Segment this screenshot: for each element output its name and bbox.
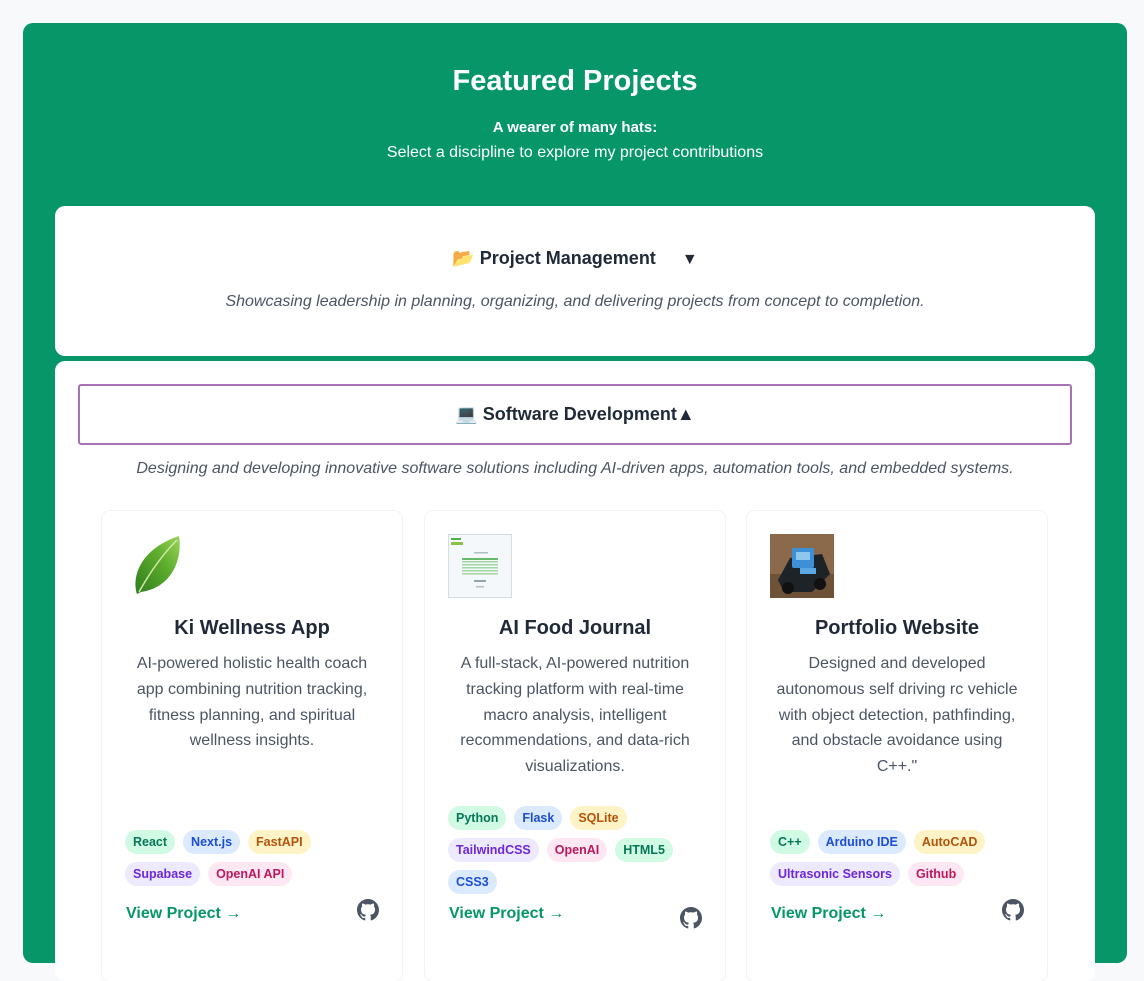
tag: React bbox=[125, 830, 176, 854]
project-management-toggle[interactable]: 📂 Project Management ▼ bbox=[55, 248, 1095, 269]
tag: Flask bbox=[514, 806, 563, 830]
github-icon[interactable] bbox=[1002, 899, 1024, 921]
software-development-toggle[interactable]: 💻 Software Development▲ bbox=[78, 384, 1072, 445]
project-description: AI-powered holistic health coach app com… bbox=[136, 655, 368, 750]
project-description: A full-stack, AI-powered nutrition track… bbox=[460, 655, 690, 776]
tag-list: Python Flask SQLite TailwindCSS OpenAI H… bbox=[448, 806, 709, 894]
tag: Python bbox=[448, 806, 507, 830]
subtitle-bold: A wearer of many hats: bbox=[492, 119, 658, 136]
project-management-label: 📂 Project Management bbox=[452, 248, 656, 268]
tag: AutoCAD bbox=[913, 830, 986, 854]
section-project-management: 📂 Project Management ▼ Showcasing leaders… bbox=[55, 206, 1095, 356]
rc-vehicle-photo bbox=[770, 534, 834, 598]
tag-list: C++ Arduino IDE AutoCAD Ultrasonic Senso… bbox=[770, 830, 1031, 886]
project-title: AI Food Journal bbox=[498, 617, 652, 639]
tag: Github bbox=[907, 862, 965, 886]
project-description: Designed and developed autonomous self d… bbox=[776, 655, 1018, 776]
tag: Next.js bbox=[183, 830, 241, 854]
tag-list: React Next.js FastAPI Supabase OpenAI AP… bbox=[125, 830, 386, 886]
project-title: Portfolio Website bbox=[814, 617, 980, 639]
chevron-down-icon: ▼ bbox=[681, 251, 698, 268]
tag: Ultrasonic Sensors bbox=[770, 862, 900, 886]
section-software-development: 💻 Software Development▲ Designing and de… bbox=[55, 361, 1095, 981]
tag: HTML5 bbox=[615, 838, 673, 862]
tag: FastAPI bbox=[248, 830, 311, 854]
project-card-ai-food-journal: AI Food Journal A full-stack, AI-powered… bbox=[425, 511, 725, 981]
leaf-icon bbox=[135, 536, 180, 594]
project-card-portfolio-website: Portfolio Website Designed and developed… bbox=[747, 511, 1047, 981]
tag: Arduino IDE bbox=[817, 830, 906, 854]
tag: OpenAI API bbox=[208, 862, 293, 886]
software-development-description: Designing and developing innovative soft… bbox=[136, 460, 1014, 477]
app-screenshot-thumbnail bbox=[448, 534, 512, 598]
featured-projects-panel: Featured Projects A wearer of many hats:… bbox=[23, 23, 1127, 981]
project-title: Ki Wellness App bbox=[174, 617, 330, 639]
tag: TailwindCSS bbox=[448, 838, 539, 862]
project-card-ki-wellness: Ki Wellness App AI-powered holistic heal… bbox=[102, 511, 402, 981]
view-project-link[interactable]: View Project → bbox=[126, 905, 241, 923]
tag: CSS3 bbox=[448, 870, 497, 894]
view-project-link[interactable]: View Project → bbox=[771, 905, 886, 923]
tag: OpenAI bbox=[546, 838, 608, 862]
page-title: Featured Projects bbox=[452, 65, 698, 97]
tag: C++ bbox=[770, 830, 810, 854]
tag: SQLite bbox=[570, 806, 627, 830]
github-icon[interactable] bbox=[680, 907, 702, 929]
github-icon[interactable] bbox=[357, 899, 379, 921]
view-project-link[interactable]: View Project → bbox=[449, 905, 564, 923]
subtitle: Select a discipline to explore my projec… bbox=[386, 144, 764, 161]
tag: Supabase bbox=[125, 862, 201, 886]
project-management-description: Showcasing leadership in planning, organ… bbox=[225, 293, 925, 310]
